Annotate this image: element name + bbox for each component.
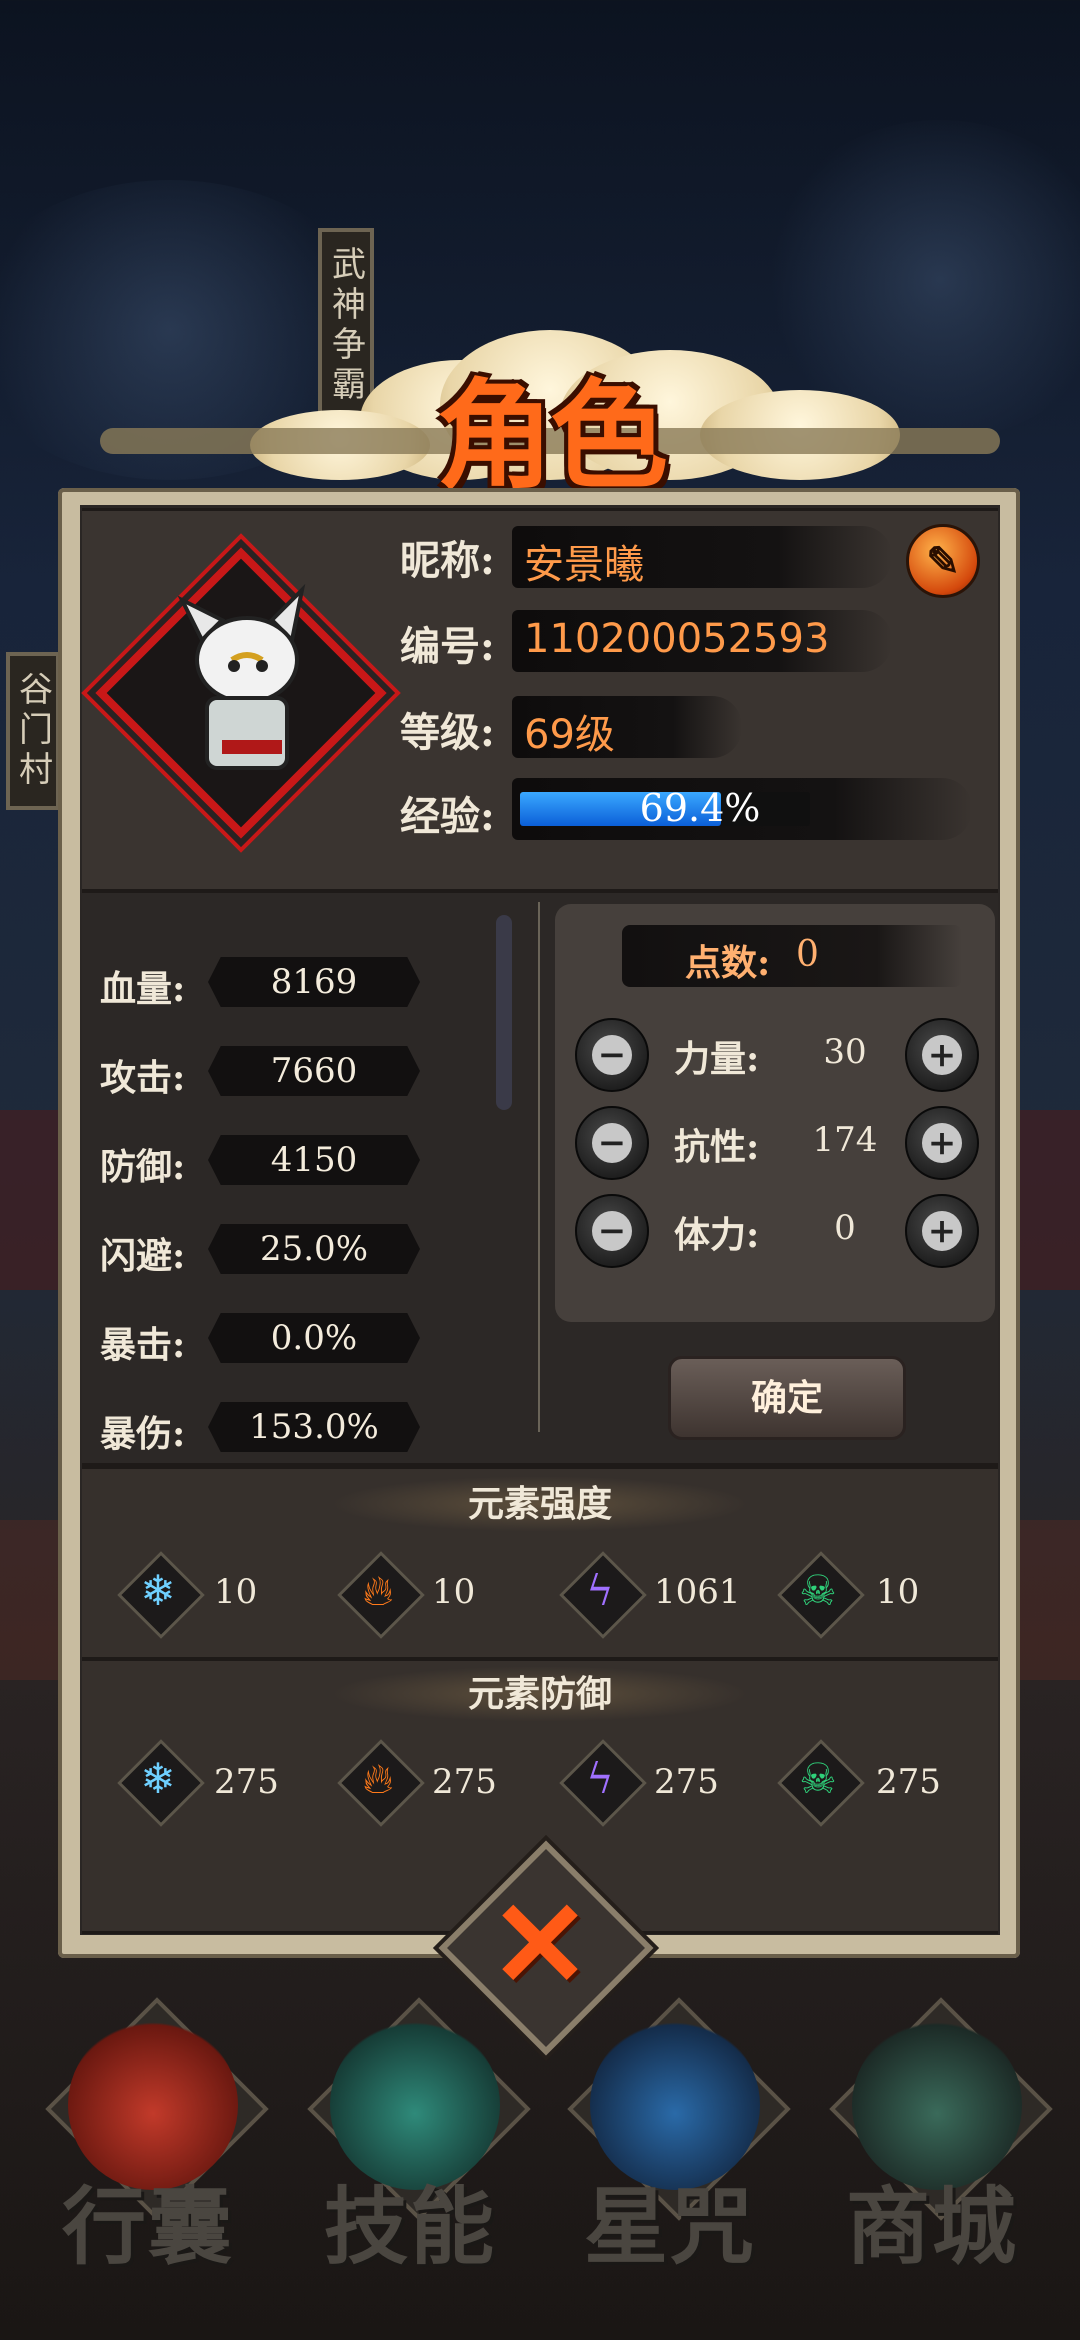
stat-label-crit-damage: 暴伤:: [100, 1413, 186, 1455]
plus-icon: +: [922, 1035, 962, 1075]
area-sign[interactable]: 武神争霸: [318, 228, 374, 424]
minus-icon: −: [592, 1123, 632, 1163]
fire-icon: 🔥︎: [362, 1566, 394, 1615]
attr-label-strength: 力量:: [674, 1038, 760, 1080]
lightning-icon: ϟ: [586, 1754, 614, 1803]
avatar[interactable]: [162, 580, 322, 780]
stat-label-defense: 防御:: [100, 1146, 186, 1188]
minus-icon: −: [592, 1035, 632, 1075]
resistance-minus-button[interactable]: −: [575, 1106, 649, 1180]
minus-icon: −: [592, 1211, 632, 1251]
nickname-label: 昵称:: [400, 537, 495, 584]
attr-label-stamina: 体力:: [674, 1214, 760, 1256]
page-title: 角色: [435, 366, 668, 505]
stat-label-hp: 血量:: [100, 968, 186, 1010]
lightning-icon: ϟ: [586, 1566, 614, 1615]
element-strength-ice: 10: [214, 1572, 258, 1612]
element-defense-ice: 275: [214, 1762, 279, 1802]
stat-value-attack: 7660: [208, 1046, 420, 1096]
confirm-button[interactable]: 确定: [668, 1356, 906, 1440]
element-strength-poison: 10: [876, 1572, 920, 1612]
ice-icon: ❄: [140, 1566, 176, 1615]
strength-minus-button[interactable]: −: [575, 1018, 649, 1092]
attr-value-resistance: 174: [812, 1120, 878, 1160]
attr-value-strength: 30: [823, 1032, 867, 1072]
points-label: 点数:: [685, 942, 771, 984]
id-value: 110200052593: [524, 616, 830, 662]
pencil-icon: ✎: [926, 537, 960, 585]
stat-label-attack: 攻击:: [100, 1057, 186, 1099]
divider: [538, 902, 540, 1432]
element-defense-poison: 275: [876, 1762, 941, 1802]
close-button[interactable]: ✕: [470, 1880, 610, 2010]
stat-value-defense: 4150: [208, 1135, 420, 1185]
level-label: 等级:: [400, 709, 495, 756]
poison-skull-icon: ☠: [799, 1566, 837, 1615]
nav-shop[interactable]: 商城: [812, 1997, 1053, 2276]
nav-skill[interactable]: 技能: [290, 1997, 531, 2276]
element-strength-title: 元素强度: [330, 1476, 750, 1532]
level-value: 69级: [524, 712, 615, 758]
exp-percent: 69.4%: [639, 786, 761, 830]
nav-label-skill: 技能: [323, 2177, 496, 2276]
element-defense-lightning: 275: [654, 1762, 719, 1802]
stat-value-dodge: 25.0%: [208, 1224, 420, 1274]
fire-icon: 🔥︎: [362, 1754, 394, 1803]
stat-label-dodge: 闪避:: [100, 1235, 186, 1277]
strength-plus-button[interactable]: +: [905, 1018, 979, 1092]
edit-nickname-button[interactable]: ✎: [906, 524, 980, 598]
stats-scrollbar[interactable]: [496, 915, 512, 1110]
nav-label-star-scroll: 星咒: [583, 2177, 756, 2276]
close-icon: ✕: [489, 1874, 591, 2015]
points-header: [622, 925, 962, 987]
id-label: 编号:: [400, 623, 495, 670]
stat-value-crit: 0.0%: [208, 1313, 420, 1363]
attr-value-stamina: 0: [834, 1208, 856, 1248]
nickname-value: 安景曦: [524, 542, 644, 588]
element-defense-fire: 275: [432, 1762, 497, 1802]
poison-skull-icon: ☠: [799, 1754, 837, 1803]
stamina-minus-button[interactable]: −: [575, 1194, 649, 1268]
resistance-plus-button[interactable]: +: [905, 1106, 979, 1180]
attr-label-resistance: 抗性:: [674, 1126, 760, 1168]
nav-star-scroll[interactable]: 星咒: [550, 1997, 791, 2276]
nav-label-shop: 商城: [845, 2177, 1018, 2276]
stat-value-crit-damage: 153.0%: [208, 1402, 420, 1452]
stamina-plus-button[interactable]: +: [905, 1194, 979, 1268]
element-strength-lightning: 1061: [654, 1572, 741, 1612]
stat-label-crit: 暴击:: [100, 1324, 186, 1366]
element-defense-title: 元素防御: [330, 1666, 750, 1722]
element-strength-fire: 10: [432, 1572, 476, 1612]
points-value: 0: [796, 934, 819, 975]
plus-icon: +: [922, 1123, 962, 1163]
nav-label-bag: 行囊: [61, 2177, 234, 2276]
ice-icon: ❄: [140, 1754, 176, 1803]
plus-icon: +: [922, 1211, 962, 1251]
stat-value-hp: 8169: [208, 957, 420, 1007]
area-sign[interactable]: 谷门村: [6, 652, 60, 810]
nav-bag[interactable]: 行囊: [28, 1997, 269, 2276]
